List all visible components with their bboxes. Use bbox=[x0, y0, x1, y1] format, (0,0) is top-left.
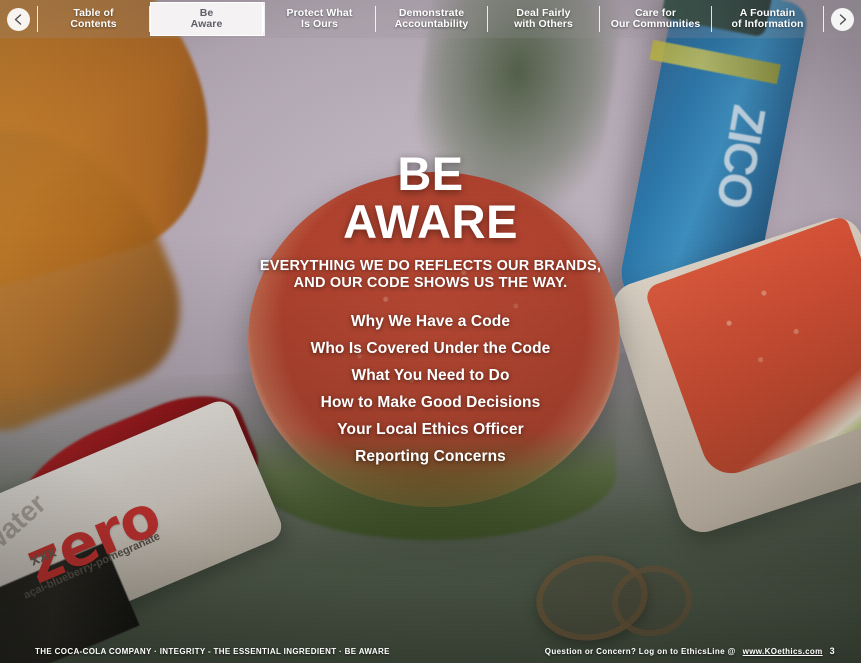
page-subtitle-line-1: EVERYTHING WE DO REFLECTS OUR BRANDS, bbox=[259, 258, 602, 274]
nav-tab-demonstrate[interactable]: Demonstrate Accountability bbox=[376, 0, 487, 38]
footer-bar: THE COCA-COLA COMPANY · INTEGRITY - THE … bbox=[0, 639, 861, 663]
section-link-what-you-need-to-do[interactable]: What You Need to Do bbox=[351, 367, 509, 385]
chevron-left-icon bbox=[7, 7, 30, 31]
nav-tab-a-fountain[interactable]: A Fountain of Information bbox=[712, 0, 823, 38]
nav-tab-label-line-2: with Others bbox=[514, 18, 573, 30]
section-link-reporting-concerns[interactable]: Reporting Concerns bbox=[355, 448, 506, 466]
footer-contact: Question or Concern? Log on to EthicsLin… bbox=[545, 646, 855, 656]
nav-tab-protect-what[interactable]: Protect What Is Ours bbox=[264, 0, 375, 38]
next-page-button[interactable] bbox=[824, 0, 861, 38]
nav-tab-label-line-2: Aware bbox=[190, 18, 223, 30]
top-navigation-bar: Table of Contents Be Aware Protect What Is Ou… bbox=[0, 0, 861, 38]
page-number: 3 bbox=[829, 646, 835, 656]
hero-section: BE AWARE EVERYTHING WE DO REFLECTS OUR B… bbox=[0, 150, 861, 466]
section-link-your-local-ethics-officer[interactable]: Your Local Ethics Officer bbox=[337, 421, 524, 439]
slide-page: ZICO water zero xxx açai-blueberry-pomeg… bbox=[0, 0, 861, 663]
previous-page-button[interactable] bbox=[0, 0, 37, 38]
section-link-list: Why We Have a Code Who Is Covered Under t… bbox=[311, 313, 551, 466]
ethicsline-link[interactable]: www.KOethics.com bbox=[743, 647, 823, 656]
page-title-line-1: BE bbox=[397, 147, 464, 200]
nav-tab-list: Table of Contents Be Aware Protect What Is Ou… bbox=[38, 0, 823, 38]
nav-tab-table-of[interactable]: Table of Contents bbox=[38, 0, 149, 38]
nav-tab-deal-fairly[interactable]: Deal Fairly with Others bbox=[488, 0, 599, 38]
footer-breadcrumb: THE COCA-COLA COMPANY · INTEGRITY - THE … bbox=[35, 646, 390, 656]
page-subtitle: EVERYTHING WE DO REFLECTS OUR BRANDS, AN… bbox=[260, 258, 601, 291]
nav-tab-label-line-2: of Information bbox=[731, 18, 804, 30]
section-link-why-we-have-a-code[interactable]: Why We Have a Code bbox=[351, 313, 510, 331]
page-title: BE AWARE bbox=[343, 150, 518, 246]
section-link-how-to-make-good-decisions[interactable]: How to Make Good Decisions bbox=[321, 394, 541, 412]
nav-tab-care-for[interactable]: Care for Our Communities bbox=[600, 0, 711, 38]
chevron-right-icon bbox=[831, 7, 854, 31]
nav-tab-be[interactable]: Be Aware bbox=[150, 2, 263, 36]
nav-tab-label-line-2: Accountability bbox=[394, 18, 469, 30]
nav-tab-label-line-2: Is Ours bbox=[301, 18, 338, 30]
nav-tab-label-line-2: Contents bbox=[70, 18, 117, 30]
section-link-who-is-covered-under-the-code[interactable]: Who Is Covered Under the Code bbox=[311, 340, 551, 358]
page-subtitle-line-2: AND OUR CODE SHOWS US THE WAY. bbox=[293, 274, 568, 291]
footer-contact-text: Question or Concern? Log on to EthicsLin… bbox=[544, 646, 736, 656]
page-title-line-2: AWARE bbox=[343, 195, 518, 248]
nav-tab-label-line-2: Our Communities bbox=[610, 18, 701, 30]
